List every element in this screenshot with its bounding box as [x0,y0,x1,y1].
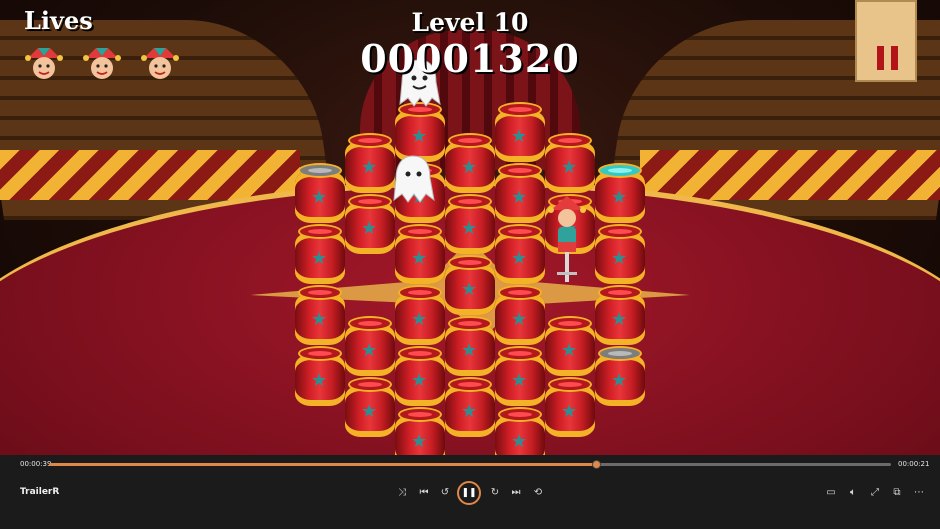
barrel: ★ [445,375,495,437]
barrel: ★ [295,222,345,284]
barrel: ★ [395,283,445,345]
barrel: ★ [445,314,495,376]
barrel: ★ [295,161,345,223]
remaining-time: 00:00:21 [898,460,930,468]
pause-game-button[interactable] [855,0,917,82]
repeat-button[interactable]: ⟲ [529,483,547,501]
fullscreen-icon: ⤢ [871,486,879,498]
shuffle-icon: ⤨ [398,486,406,498]
volume-icon: 🔈︎ [850,486,856,498]
barrel: ★ [445,253,495,315]
barrel: ★ [545,131,595,193]
barrel: ★ [395,344,445,406]
cast-icon: ⧉ [893,486,901,498]
next-button[interactable]: ⏭ [507,483,525,501]
play-pause-button[interactable]: ❚❚ [457,481,481,505]
barrel: ★ [395,405,445,455]
barrel: ★ [445,131,495,193]
jester-player [548,196,586,282]
barrel: ★ [395,100,445,162]
barrel: ★ [495,161,545,223]
barrel: ★ [345,192,395,254]
previous-button[interactable]: ⏮ [415,483,433,501]
score-display: 00001320 [360,36,580,81]
repeat-icon: ⟲ [533,486,543,498]
media-title: TrailerR [20,487,60,497]
barrel: ★ [295,344,345,406]
seek-bar[interactable] [49,460,891,469]
barrel: ★ [595,344,645,406]
right-bunting [640,150,940,200]
barrel: ★ [495,344,545,406]
media-controls: 00:00:39 00:00:21 TrailerR ⤨ ⏮ ↺ ❚❚ ↻ ⏭ … [0,455,940,529]
barrel: ★ [545,314,595,376]
volume-button[interactable]: 🔈︎ [844,483,862,501]
rewind-icon: ↺ [440,486,450,498]
more-icon: ⋯ [914,486,924,498]
barrel: ★ [295,283,345,345]
barrel: ★ [595,161,645,223]
barrel: ★ [345,314,395,376]
barrel: ★ [495,283,545,345]
barrel: ★ [345,375,395,437]
fullscreen-button[interactable]: ⤢ [866,483,884,501]
forward-button[interactable]: ↻ [486,483,504,501]
seek-thumb[interactable] [592,460,602,469]
level-label: Level 10 [411,8,529,37]
shuffle-button[interactable]: ⤨ [393,483,411,501]
forward-icon: ↻ [490,486,500,498]
barrel: ★ [595,283,645,345]
barrel: ★ [395,222,445,284]
more-button[interactable]: ⋯ [910,483,928,501]
pause-icon: ❚❚ [461,488,477,498]
previous-icon: ⏮ [419,486,429,498]
left-bunting [0,150,300,200]
cast-button[interactable]: ⧉ [888,483,906,501]
barrel: ★ [545,375,595,437]
mini-view-button[interactable]: ▭ [822,483,840,501]
barrel: ★ [595,222,645,284]
mini-view-icon: ▭ [826,486,836,498]
game-stage: ★★★★★★★★★★★★★★★★★★★★★★★★★★★★★★★★★ Lives … [0,0,940,455]
barrel: ★ [445,192,495,254]
elapsed-time: 00:00:39 [20,460,52,468]
rewind-button[interactable]: ↺ [436,483,454,501]
ghost-enemy [393,155,435,203]
barrel: ★ [495,100,545,162]
barrel: ★ [495,222,545,284]
seek-progress [49,463,597,466]
barrel: ★ [495,405,545,455]
next-icon: ⏭ [511,486,521,498]
barrel: ★ [345,131,395,193]
